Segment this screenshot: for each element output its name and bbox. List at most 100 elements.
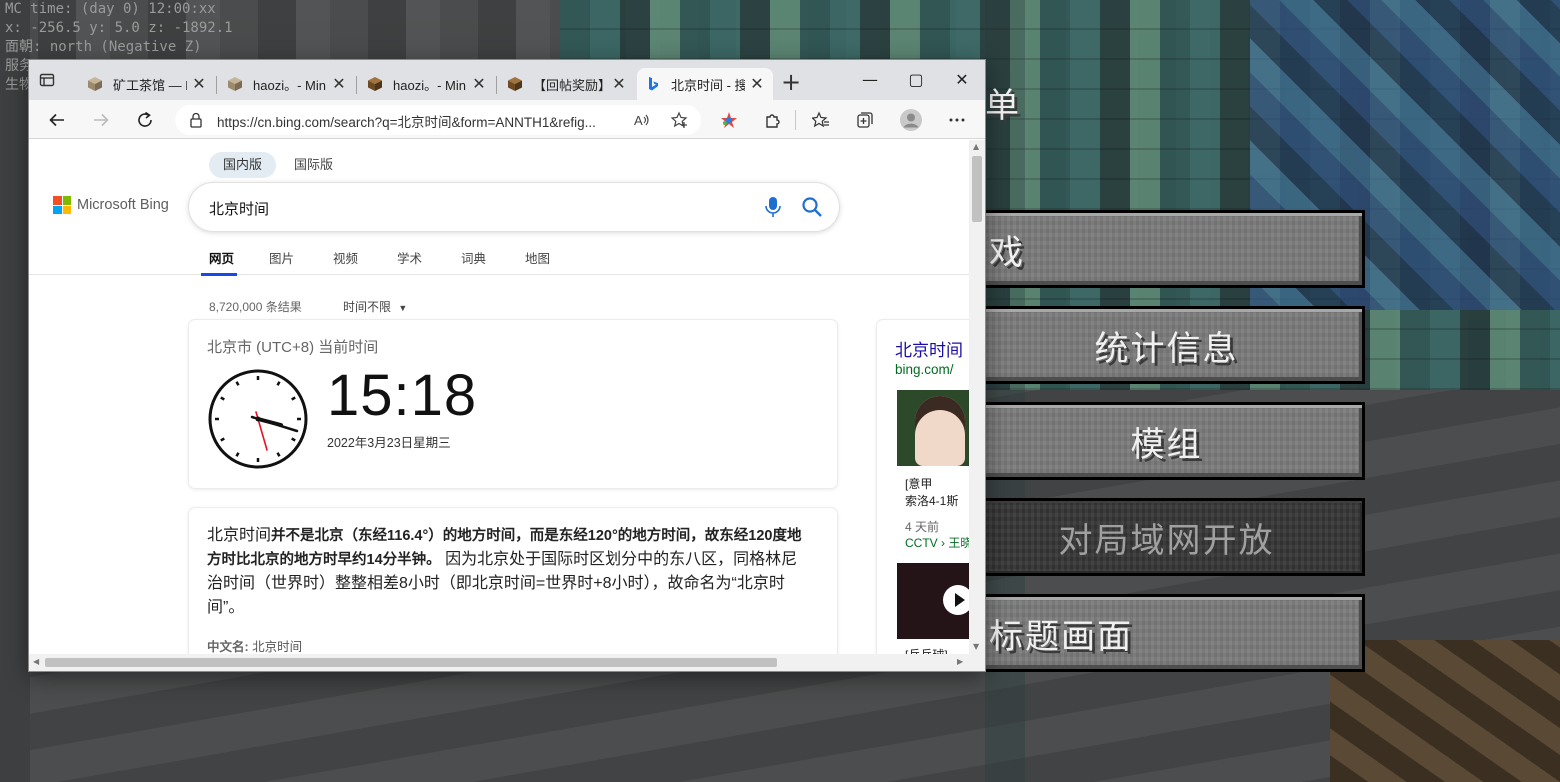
mc-open-to-lan-button: 对局域网开放 <box>968 498 1365 576</box>
minecraft-crafting-icon <box>507 76 523 92</box>
desc-meta-label: 中文名: <box>207 640 249 654</box>
debug-line: MC time: (day 0) 12:00:xx <box>5 1 216 17</box>
time-location-label: 北京市 (UTC+8) 当前时间 <box>207 339 379 356</box>
bing-icon <box>645 76 661 92</box>
desc-lead: 北京时间 <box>207 527 272 544</box>
scroll-left-icon[interactable]: ◀ <box>33 657 39 666</box>
refresh-icon[interactable] <box>131 106 159 134</box>
address-bar[interactable]: https://cn.bing.com/search?q=北京时间&form=A… <box>175 105 701 135</box>
time-answer-card: 北京市 (UTC+8) 当前时间 15:18 2022年3月23日星期三 <box>189 320 837 488</box>
favorites-icon[interactable] <box>807 106 835 134</box>
mc-button-label: 模组 <box>1130 424 1203 465</box>
close-tab-icon[interactable]: ✕ <box>611 74 627 94</box>
side-card-url[interactable]: bing.com/ <box>895 362 954 377</box>
result-count: 8,720,000 条结果 <box>209 300 302 314</box>
tab-2[interactable]: haozi。- Min ✕ <box>219 68 355 100</box>
page-viewport: 国内版 国际版 Microsoft Bing 北京时间 网页 图片 视频 学术 … <box>29 140 969 654</box>
browser-toolbar: https://cn.bing.com/search?q=北京时间&form=A… <box>29 100 985 139</box>
search-icon[interactable] <box>801 196 823 223</box>
close-window-button[interactable]: ✕ <box>939 66 985 94</box>
close-tab-icon[interactable]: ✕ <box>749 74 765 94</box>
side-card-title[interactable]: 北京时间 <box>895 336 963 361</box>
active-tab-underline <box>201 273 237 276</box>
read-aloud-icon[interactable]: A <box>633 111 651 133</box>
video-thumbnail-1[interactable] <box>897 390 969 466</box>
vertical-scroll-thumb[interactable] <box>972 156 982 222</box>
current-date: 2022年3月23日星期三 <box>327 436 451 450</box>
vertical-scrollbar[interactable]: ▲ ▼ <box>969 140 985 654</box>
scroll-up-icon[interactable]: ▲ <box>973 142 979 151</box>
debug-line: x: -256.5 y: 5.0 z: -1892.1 <box>5 20 233 36</box>
tab-title: 北京时间 - 搜 <box>671 77 745 93</box>
news-item-1-line1[interactable]: [意甲 <box>905 475 932 492</box>
mc-button-label: 戏 <box>989 232 1025 273</box>
nav-tab-academic[interactable]: 学术 <box>397 248 422 267</box>
search-query: 北京时间 <box>209 201 270 218</box>
close-tab-icon[interactable]: ✕ <box>471 74 487 94</box>
bing-results-page: 国内版 国际版 Microsoft Bing 北京时间 网页 图片 视频 学术 … <box>29 140 969 654</box>
scroll-down-icon[interactable]: ▼ <box>973 642 979 651</box>
tab-title: 【回帖奖励】 <box>533 77 607 93</box>
tab-title: haozi。- Min <box>253 77 326 93</box>
tab-4[interactable]: 【回帖奖励】 ✕ <box>499 68 635 100</box>
play-icon[interactable] <box>943 585 969 615</box>
current-time: 15:18 <box>327 363 478 428</box>
minimize-button[interactable]: — <box>847 66 893 94</box>
scroll-right-icon[interactable]: ▶ <box>957 657 963 666</box>
maximize-button[interactable]: ▢ <box>893 66 939 94</box>
nav-tab-dictionary[interactable]: 词典 <box>461 248 486 267</box>
toolbar-divider <box>795 110 796 130</box>
more-options-icon[interactable] <box>943 106 971 134</box>
url-text: https://cn.bing.com/search?q=北京时间&form=A… <box>217 115 596 130</box>
nav-tab-images[interactable]: 图片 <box>269 248 294 267</box>
close-tab-icon[interactable]: ✕ <box>191 74 207 94</box>
region-tab-domestic[interactable]: 国内版 <box>209 152 277 178</box>
chevron-down-icon: ▼ <box>398 303 408 313</box>
mc-button-label: 统计信息 <box>1094 328 1239 369</box>
microsoft-logo-icon <box>53 196 71 214</box>
mc-back-to-game-button[interactable]: 戏 <box>968 210 1365 288</box>
search-box[interactable]: 北京时间 <box>189 183 839 231</box>
nav-tab-videos[interactable]: 视频 <box>333 248 358 267</box>
close-tab-icon[interactable]: ✕ <box>331 74 347 94</box>
side-panel-card: 北京时间 bing.com/ [意甲 索洛4-1斯 4 天前 CCTV › 王晓… <box>877 320 969 654</box>
time-filter-label: 时间不限 <box>343 300 392 314</box>
debug-line: 面朝: north (Negative Z) <box>5 39 202 55</box>
extension-colorful-icon[interactable] <box>715 106 743 134</box>
mc-title-screen-button[interactable]: 标题画面 <box>968 594 1365 672</box>
forward-icon[interactable] <box>87 106 115 134</box>
add-favorite-icon[interactable] <box>670 111 689 133</box>
tab-separator <box>216 76 217 94</box>
bing-logo[interactable]: Microsoft Bing <box>53 196 169 214</box>
minecraft-crafting-icon <box>367 76 383 92</box>
horizontal-scroll-thumb[interactable] <box>45 658 777 667</box>
microphone-icon[interactable] <box>763 196 783 223</box>
news-item-2-line1[interactable]: [乒乓球] <box>905 646 948 654</box>
extensions-puzzle-icon[interactable] <box>759 106 787 134</box>
description-text: 北京时间并不是北京（东经116.4°）的地方时间，而是东经120°的地方时间，故… <box>207 524 813 620</box>
tab-bar: 矿工茶馆 — M ✕ haozi。- Min ✕ haozi。- Min ✕ 【… <box>29 60 985 100</box>
nav-tab-web[interactable]: 网页 <box>209 248 234 267</box>
nav-tab-maps[interactable]: 地图 <box>525 248 550 267</box>
news-item-1-line2[interactable]: 索洛4-1斯 <box>905 492 958 509</box>
mc-statistics-button[interactable]: 统计信息 <box>968 306 1365 384</box>
mc-mods-button[interactable]: 模组 <box>968 402 1365 480</box>
tab-actions-icon[interactable] <box>39 72 65 94</box>
back-icon[interactable] <box>43 106 71 134</box>
collections-icon[interactable] <box>851 106 879 134</box>
tab-5-active[interactable]: 北京时间 - 搜 ✕ <box>637 68 773 100</box>
news-item-1-source[interactable]: CCTV › 王晓 <box>905 534 969 551</box>
mc-button-label: 标题画面 <box>989 616 1133 657</box>
tab-3[interactable]: haozi。- Min ✕ <box>359 68 495 100</box>
svg-text:A: A <box>634 113 643 128</box>
time-filter-dropdown[interactable]: 时间不限 ▼ <box>343 298 407 315</box>
profile-avatar-icon[interactable] <box>897 106 925 134</box>
horizontal-scrollbar[interactable]: ◀ ▶ <box>29 654 985 671</box>
bing-logo-text: Microsoft Bing <box>77 197 169 213</box>
region-tab-international[interactable]: 国际版 <box>280 152 347 178</box>
description-card: 北京时间并不是北京（东经116.4°）的地方时间，而是东经120°的地方时间，故… <box>189 508 837 654</box>
new-tab-button[interactable]: + <box>781 70 801 96</box>
lock-icon[interactable] <box>189 112 203 132</box>
tab-1[interactable]: 矿工茶馆 — M ✕ <box>79 68 215 100</box>
video-thumbnail-2[interactable] <box>897 563 969 639</box>
